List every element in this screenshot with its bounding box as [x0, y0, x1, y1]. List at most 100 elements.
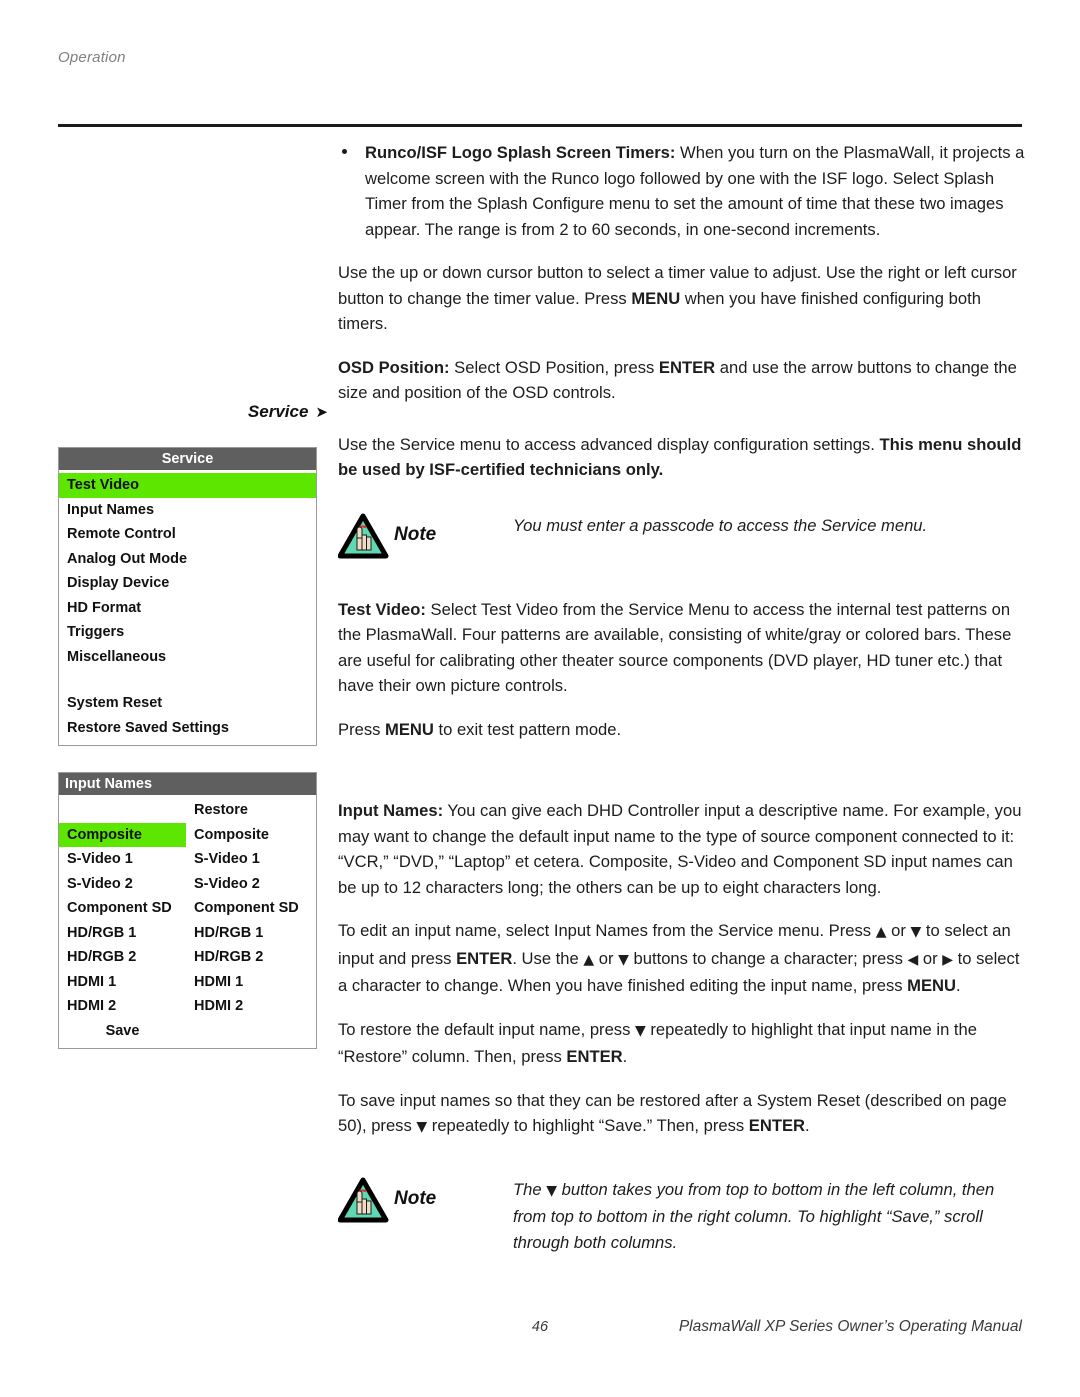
para-edit-input-name: To edit an input name, select Input Name…: [338, 918, 1028, 999]
input-name-item[interactable]: Component SD: [59, 896, 186, 921]
input-names-save-row: Save: [59, 1019, 316, 1044]
input-names-menu-title: Input Names: [59, 773, 316, 795]
margin-label-service-text: Service: [247, 402, 309, 421]
input-names-rows: Restore Composite Composite S-Video 1 S-Vide…: [59, 798, 316, 1019]
enter-key-label: ENTER: [658, 357, 716, 377]
menu-bottom-pad: [59, 740, 316, 745]
press-menu-a: Press: [338, 719, 386, 739]
note-text-passcode: You must enter a passcode to access the …: [513, 515, 928, 535]
input-names-menu-mockup: Input Names Restore Composite Composite S-V…: [58, 772, 317, 1049]
enter-key-label: ENTER: [566, 1047, 623, 1066]
arrow-down-icon: ▼: [910, 924, 922, 940]
para-service-intro-a: Use the Service menu to access advanced …: [338, 434, 880, 454]
input-name-item[interactable]: HDMI 2: [59, 994, 186, 1019]
bullet-splash-timers-text: Runco/ISF Logo Splash Screen Timers: Whe…: [365, 140, 1028, 242]
empty-cell: [186, 1019, 316, 1044]
restore-name-item[interactable]: HD/RGB 1: [186, 921, 316, 946]
para-input-names: Input Names: You can give each DHD Contr…: [338, 798, 1028, 900]
arrow-left-icon: ◀: [907, 951, 919, 968]
restore-name-item[interactable]: HDMI 2: [186, 994, 316, 1019]
footer-manual-title: PlasmaWall XP Series Owner’s Operating M…: [678, 1318, 1022, 1335]
note-icon: [337, 513, 390, 559]
restore-name-item[interactable]: Component SD: [186, 896, 316, 921]
service-menu-item[interactable]: Remote Control: [59, 522, 316, 547]
input-names-title: Input Names:: [338, 801, 444, 820]
header-divider-rule: [58, 124, 1022, 127]
test-video-title: Test Video:: [338, 599, 426, 619]
osd-position-a: Select OSD Position, press: [449, 357, 659, 377]
arrow-down-icon: ▼: [546, 1182, 557, 1199]
para-service-intro: Use the Service menu to access advanced …: [338, 432, 1028, 483]
para-press-menu-exit: Press MENU to exit test pattern mode.: [338, 717, 1028, 743]
service-menu-item[interactable]: Analog Out Mode: [59, 547, 316, 572]
osd-position-title: OSD Position:: [338, 357, 450, 377]
restore-a: To restore the default input name, press: [338, 1019, 636, 1039]
service-menu-item[interactable]: Triggers: [59, 620, 316, 645]
arrow-down-icon: ▼: [416, 1119, 428, 1135]
input-name-item[interactable]: S-Video 2: [59, 872, 186, 897]
arrow-right-icon: ➤: [315, 403, 328, 421]
arrow-down-icon: ▼: [635, 1022, 646, 1039]
service-menu-item[interactable]: Display Device: [59, 571, 316, 596]
arrow-up-icon: ▲: [875, 924, 887, 940]
enter-key-label: ENTER: [748, 1116, 806, 1135]
bullet-splash-timers-title: Runco/ISF Logo Splash Screen Timers:: [365, 143, 676, 162]
note-icon: [337, 1177, 390, 1223]
note-text-navigation: The ▼ button takes you from top to botto…: [338, 1177, 1028, 1256]
service-menu-item[interactable]: HD Format: [59, 596, 316, 621]
restore-column-header: Restore: [194, 802, 248, 818]
enter-key-label: ENTER: [456, 948, 513, 968]
edit-f: buttons to change a character; press: [628, 948, 908, 968]
restore-name-item[interactable]: S-Video 2: [186, 872, 316, 897]
note-callout-navigation: Note The ▼ button takes you from top to …: [337, 1177, 1028, 1256]
service-menu-item[interactable]: Restore Saved Settings: [59, 716, 316, 741]
menu-bottom-pad: [59, 1043, 316, 1048]
note2-a: The: [513, 1179, 547, 1199]
edit-a: To edit an input name, select Input Name…: [338, 921, 876, 940]
service-menu-items: Test Video Input Names Remote Control Analo…: [59, 473, 316, 740]
para-test-video: Test Video: Select Test Video from the S…: [338, 597, 1028, 699]
main-text-column: Runco/ISF Logo Splash Screen Timers: Whe…: [337, 140, 1028, 1256]
note2-b: button takes you from top to bottom in t…: [513, 1179, 995, 1252]
para-save-input-names: To save input names so that they can be …: [338, 1088, 1028, 1141]
empty-cell: [59, 798, 186, 823]
menu-key-label: MENU: [385, 719, 434, 739]
save-b: repeatedly to highlight “Save.” Then, pr…: [427, 1116, 749, 1135]
press-menu-b: to exit test pattern mode.: [433, 719, 622, 739]
input-name-item[interactable]: S-Video 1: [59, 847, 186, 872]
bullet-dot-icon: [342, 149, 347, 154]
para-restore-default: To restore the default input name, press…: [338, 1017, 1028, 1070]
service-menu-item[interactable]: Miscellaneous: [59, 645, 316, 670]
edit-g: or: [918, 948, 943, 968]
service-menu-mockup: Service Test Video Input Names Remote Cont…: [58, 447, 317, 746]
service-menu-item[interactable]: Test Video: [59, 473, 316, 498]
input-name-item[interactable]: HD/RGB 2: [59, 945, 186, 970]
menu-key-label: MENU: [631, 288, 681, 308]
input-name-item[interactable]: Composite: [59, 822, 186, 847]
note-callout-passcode: Note You must enter a passcode to access…: [337, 513, 1028, 565]
service-menu-item[interactable]: System Reset: [59, 691, 316, 716]
service-menu-title: Service: [59, 448, 316, 470]
margin-label-service: Service ➤: [228, 402, 328, 422]
arrow-right-icon: ▶: [942, 951, 954, 968]
restore-name-item[interactable]: HDMI 1: [186, 970, 316, 995]
test-video-body: Select Test Video from the Service Menu …: [338, 599, 1012, 696]
input-name-item[interactable]: HDMI 1: [59, 970, 186, 995]
note-label: Note: [394, 523, 437, 545]
menu-key-label: MENU: [907, 976, 957, 995]
restore-name-item[interactable]: Composite: [186, 823, 316, 848]
arrow-up-icon: ▲: [583, 951, 595, 968]
edit-b: or: [886, 921, 911, 940]
edit-i: .: [956, 976, 961, 995]
arrow-down-icon: ▼: [618, 951, 629, 968]
restore-c: .: [622, 1047, 628, 1066]
input-name-item[interactable]: HD/RGB 1: [59, 921, 186, 946]
save-menu-item[interactable]: Save: [59, 1019, 186, 1044]
restore-name-item[interactable]: HD/RGB 2: [186, 945, 316, 970]
running-header: Operation: [58, 49, 126, 66]
edit-e: or: [594, 948, 619, 968]
para-cursor-timers: Use the up or down cursor button to sele…: [338, 260, 1028, 337]
note-label: Note: [394, 1187, 437, 1209]
restore-name-item[interactable]: S-Video 1: [186, 847, 316, 872]
service-menu-item[interactable]: Input Names: [59, 498, 316, 523]
